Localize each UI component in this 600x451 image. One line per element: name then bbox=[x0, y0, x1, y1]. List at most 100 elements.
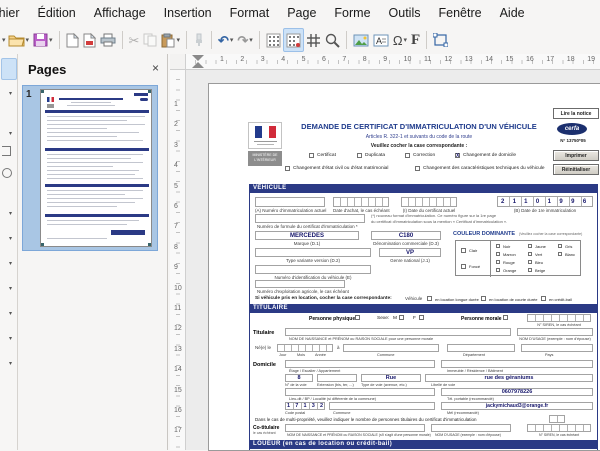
field-date-achat[interactable] bbox=[333, 197, 389, 207]
curve-tool-dropdown-icon[interactable]: ▾ bbox=[9, 130, 12, 137]
titulaire-personne-physique-checkbox[interactable] bbox=[355, 315, 360, 320]
lire-la-notice-button[interactable]: Lire la notice bbox=[553, 108, 599, 119]
page-thumbnail[interactable] bbox=[40, 89, 152, 247]
multi-propriete-cells[interactable] bbox=[549, 415, 565, 423]
menu-format[interactable]: Format bbox=[221, 2, 279, 24]
close-icon[interactable]: × bbox=[152, 61, 159, 75]
titulaire-nom-field[interactable] bbox=[285, 328, 511, 336]
special-character-dropdown-icon[interactable]: ▾ bbox=[404, 36, 408, 44]
titulaire-f-checkbox[interactable] bbox=[419, 315, 424, 320]
etage-field[interactable] bbox=[285, 360, 435, 368]
ellipse-tool-icon[interactable] bbox=[2, 168, 12, 178]
checkbox-noir[interactable] bbox=[496, 244, 500, 248]
checkbox-credit-bail[interactable] bbox=[541, 296, 546, 301]
insert-textbox-icon[interactable]: A bbox=[371, 28, 391, 52]
menu-fenetre[interactable]: Fenêtre bbox=[429, 2, 490, 24]
rectangle-tool-icon[interactable] bbox=[2, 146, 11, 156]
titulaire-personne-morale-checkbox[interactable] bbox=[503, 315, 508, 320]
menu-page[interactable]: Page bbox=[278, 2, 325, 24]
menu-affichage[interactable]: Affichage bbox=[85, 2, 155, 24]
menu-fichier[interactable]: Fichier bbox=[0, 2, 29, 24]
undo-icon[interactable]: ↶▾ bbox=[216, 28, 235, 52]
co-titulaire-usage-field[interactable] bbox=[431, 424, 511, 432]
paste-dropdown-icon[interactable]: ▾ bbox=[176, 36, 180, 44]
indent-marker-icon[interactable] bbox=[192, 62, 204, 68]
checkbox-vert[interactable] bbox=[528, 252, 532, 256]
indent-marker-icon[interactable] bbox=[192, 55, 204, 61]
new-doc-icon[interactable] bbox=[64, 28, 81, 52]
copy-icon[interactable] bbox=[141, 28, 159, 52]
helplines-icon[interactable] bbox=[304, 28, 323, 52]
document-page[interactable]: Lire la notice MINISTÈRE DE L'INTÉRIEUR … bbox=[208, 83, 600, 451]
insert-image-icon[interactable] bbox=[351, 28, 371, 52]
cut-icon[interactable]: ✂ bbox=[127, 28, 142, 52]
titulaire-siren-cells[interactable] bbox=[527, 314, 591, 322]
field-vin[interactable] bbox=[255, 265, 371, 274]
co-titulaire-siren-cells[interactable] bbox=[527, 424, 591, 432]
checkbox-jaune[interactable] bbox=[528, 244, 532, 248]
snap-to-grid-icon[interactable] bbox=[283, 28, 304, 52]
field-agricole[interactable] bbox=[255, 280, 345, 288]
checkbox-rouge[interactable] bbox=[496, 260, 500, 264]
checkbox-location-courte[interactable] bbox=[481, 296, 486, 301]
menu-edition[interactable]: Édition bbox=[29, 2, 85, 24]
reinitialiser-button[interactable]: Réinitialiser bbox=[553, 164, 599, 175]
redo-icon[interactable]: ↷▾ bbox=[235, 28, 254, 52]
checkbox-beige[interactable] bbox=[528, 268, 532, 272]
stars-dropdown-icon[interactable]: ▾ bbox=[9, 335, 12, 342]
checkbox-orange[interactable] bbox=[496, 268, 500, 272]
checkbox-blanc[interactable] bbox=[558, 252, 562, 256]
new-document-icon[interactable]: ▾ bbox=[2, 36, 6, 44]
print-icon[interactable] bbox=[98, 28, 118, 52]
checkbox-fonce[interactable] bbox=[461, 264, 466, 269]
commune-field[interactable] bbox=[329, 402, 435, 410]
special-character-icon[interactable]: Ω▾ bbox=[391, 28, 409, 52]
ne-le-cells[interactable] bbox=[277, 344, 333, 352]
save-dropdown-icon[interactable]: ▾ bbox=[49, 36, 53, 44]
co-titulaire-nom-field[interactable] bbox=[285, 424, 425, 432]
select-tool-active[interactable] bbox=[1, 58, 17, 80]
line-tool-dropdown-icon[interactable]: ▾ bbox=[9, 90, 12, 97]
undo-dropdown-icon[interactable]: ▾ bbox=[230, 36, 234, 44]
paste-icon[interactable]: ▾ bbox=[159, 28, 182, 52]
menu-outils[interactable]: Outils bbox=[380, 2, 430, 24]
symbol-shapes-dropdown-icon[interactable]: ▾ bbox=[9, 235, 12, 242]
menu-forme[interactable]: Forme bbox=[325, 2, 379, 24]
departement-field[interactable] bbox=[447, 344, 515, 352]
checkbox-changement-domicile[interactable]: X bbox=[455, 153, 460, 158]
field-immatriculation[interactable] bbox=[255, 197, 325, 207]
arrows-dropdown-icon[interactable]: ▾ bbox=[9, 260, 12, 267]
field-type-variante[interactable] bbox=[255, 248, 371, 257]
save-icon[interactable]: ▾ bbox=[31, 28, 55, 52]
checkbox-etat-civil[interactable] bbox=[285, 166, 290, 171]
transformations-icon[interactable] bbox=[431, 28, 450, 52]
redo-dropdown-icon[interactable]: ▾ bbox=[249, 36, 253, 44]
checkbox-clair[interactable] bbox=[461, 248, 466, 253]
extension-field[interactable] bbox=[317, 374, 357, 382]
open-dropdown-icon[interactable]: ▾ bbox=[26, 36, 30, 44]
field-numero-formule[interactable] bbox=[255, 214, 365, 223]
fontwork-icon[interactable]: F bbox=[409, 28, 422, 52]
titulaire-m-checkbox[interactable] bbox=[399, 315, 404, 320]
checkbox-correction[interactable] bbox=[405, 153, 410, 158]
checkbox-location-longue[interactable] bbox=[427, 296, 432, 301]
checkbox-duplicata[interactable] bbox=[357, 153, 362, 158]
checkbox-certificat[interactable] bbox=[309, 153, 314, 158]
imprimer-button[interactable]: Imprimer bbox=[553, 150, 599, 161]
immeuble-field[interactable] bbox=[441, 360, 593, 368]
checkbox-gris[interactable] bbox=[558, 244, 562, 248]
titulaire-usage-field[interactable] bbox=[517, 328, 593, 336]
commune-naissance-field[interactable] bbox=[343, 344, 439, 352]
checkbox-marron[interactable] bbox=[496, 252, 500, 256]
export-pdf-icon[interactable] bbox=[81, 28, 98, 52]
checkbox-caracteristiques[interactable] bbox=[415, 166, 420, 171]
field-date-certificat[interactable] bbox=[401, 197, 457, 207]
basic-shapes-dropdown-icon[interactable]: ▾ bbox=[9, 210, 12, 217]
callouts-dropdown-icon[interactable]: ▾ bbox=[9, 310, 12, 317]
open-icon[interactable]: ▾ bbox=[6, 28, 32, 52]
lieu-dit-field[interactable] bbox=[285, 388, 435, 396]
horizontal-ruler[interactable]: 12345678910111213141516171819 bbox=[186, 54, 600, 70]
menu-aide[interactable]: Aide bbox=[491, 2, 534, 24]
flowchart-dropdown-icon[interactable]: ▾ bbox=[9, 285, 12, 292]
display-grid-icon[interactable] bbox=[264, 28, 283, 52]
